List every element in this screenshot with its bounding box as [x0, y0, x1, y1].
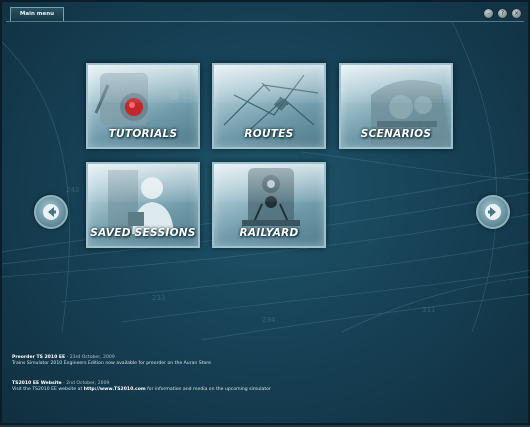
svg-text:331: 331: [422, 306, 435, 314]
close-button[interactable]: ×: [511, 8, 522, 19]
news-item: TS2010 EE Website - 2nd October, 2009 Vi…: [12, 381, 271, 393]
scenarios-label: SCENARIOS: [360, 128, 432, 140]
tutorials-tile[interactable]: TUTORIALS: [86, 63, 200, 149]
minimize-button[interactable]: –: [483, 8, 494, 19]
tutorials-label: TUTORIALS: [108, 128, 178, 140]
news-body: Trains Simulator 2010 Engineers Edition …: [12, 361, 211, 366]
previous-page-button[interactable]: [34, 195, 68, 229]
title-bar: Main menu – ? ×: [6, 7, 524, 22]
news-body-text: for information and media on the upcomin…: [145, 387, 271, 392]
main-menu-window: 243 331 234 233 Main menu – ? × TUTORIAL…: [0, 0, 530, 425]
news-item: Preorder TS 2010 EE - 23rd October, 2009…: [12, 355, 211, 367]
routes-label: ROUTES: [244, 128, 294, 140]
saved-sessions-tile[interactable]: SAVED SESSIONS: [86, 162, 200, 248]
news-date: - 23rd October, 2009: [65, 355, 115, 360]
website-link[interactable]: http://www.TS2010.com: [84, 387, 146, 392]
news-title[interactable]: TS2010 EE Website: [12, 381, 62, 386]
scenarios-tile[interactable]: SCENARIOS: [339, 63, 453, 149]
railyard-label: RAILYARD: [239, 227, 299, 239]
svg-text:234: 234: [262, 316, 276, 324]
help-button[interactable]: ?: [497, 8, 508, 19]
arrow-right-icon: [485, 204, 501, 220]
svg-text:243: 243: [66, 186, 79, 194]
svg-text:233: 233: [152, 294, 165, 302]
next-page-button[interactable]: [476, 195, 510, 229]
news-date: - 2nd October, 2009: [61, 381, 110, 386]
window-controls: – ? ×: [483, 8, 522, 19]
routes-tile[interactable]: ROUTES: [212, 63, 326, 149]
arrow-left-icon: [43, 204, 59, 220]
saved-sessions-label: SAVED SESSIONS: [90, 227, 196, 239]
news-title[interactable]: Preorder TS 2010 EE: [12, 355, 65, 360]
tab-main-menu[interactable]: Main menu: [10, 7, 64, 21]
railyard-tile[interactable]: RAILYARD: [212, 162, 326, 248]
news-body-text: Visit the TS2010 EE website at: [12, 387, 84, 392]
